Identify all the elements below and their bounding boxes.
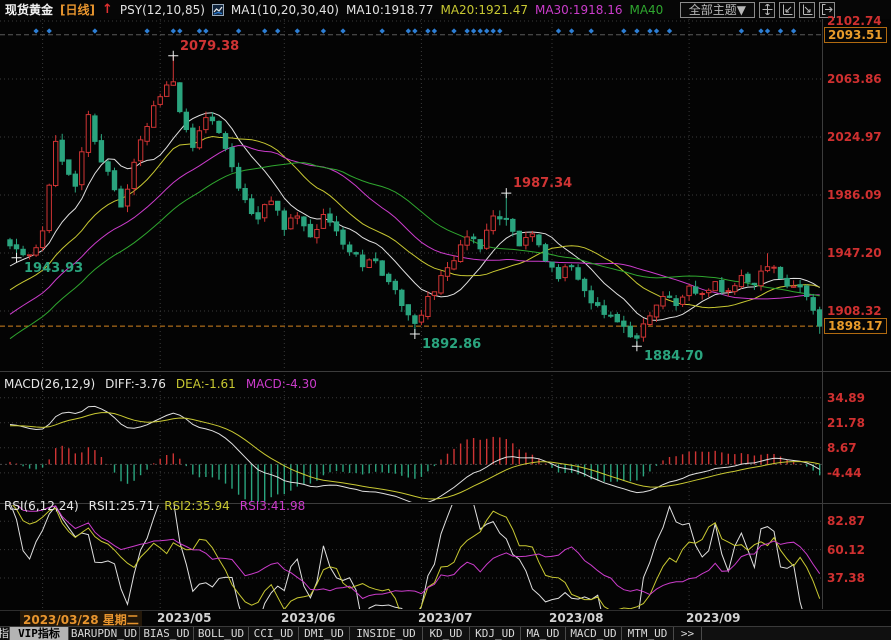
mini-chart-icon: [212, 4, 224, 16]
tab-MTM_UD[interactable]: MTM_UD: [622, 627, 674, 640]
tab-BARUPDN_UD[interactable]: BARUPDN_UD: [69, 627, 140, 640]
chart-plot[interactable]: [0, 19, 891, 613]
rsi-title: RSI(6,12,24): [4, 499, 79, 513]
tab-INSIDE_UD[interactable]: INSIDE_UD: [350, 627, 423, 640]
tab->>[interactable]: >>: [674, 627, 702, 640]
rsi1-value: RSI1:25.71: [89, 499, 155, 513]
crosshair-move-icon[interactable]: [759, 2, 775, 18]
tab-MACD_UD[interactable]: MACD_UD: [566, 627, 622, 640]
indicator-tab-bar: 指标VIP指标BARUPDN_UDBIAS_UDBOLL_UDCCI_UDDMI…: [0, 626, 891, 640]
tab-CCI_UD[interactable]: CCI_UD: [249, 627, 299, 640]
macd-diff-value: DIFF:-3.76: [105, 377, 166, 391]
scale-right-icon[interactable]: [799, 2, 815, 18]
macd-value: MACD:-4.30: [246, 377, 317, 391]
symbol-name: 现货黄金: [5, 1, 53, 18]
ma30-value: MA30:1918.16: [535, 3, 623, 17]
month-label: 2023/09: [686, 611, 740, 625]
tab-VIP指标[interactable]: VIP指标: [10, 627, 69, 640]
month-label: 2023/08: [549, 611, 603, 625]
ma40-value: MA40: [629, 3, 663, 17]
macd-label-row: MACD(26,12,9) DIFF:-3.76 DEA:-1.61 MACD:…: [4, 377, 317, 391]
theme-dropdown-button[interactable]: 全部主题▼: [680, 2, 755, 18]
month-label: 2023/07: [418, 611, 472, 625]
tab-BOLL_UD[interactable]: BOLL_UD: [194, 627, 249, 640]
macd-title: MACD(26,12,9): [4, 377, 95, 391]
tab-KD_UD[interactable]: KD_UD: [423, 627, 470, 640]
period-label: [日线]: [60, 1, 95, 18]
month-label: 2023/05: [157, 611, 211, 625]
rsi2-value: RSI2:35.94: [164, 499, 230, 513]
ma20-value: MA20:1921.47: [440, 3, 528, 17]
rsi3-value: RSI3:41.98: [240, 499, 306, 513]
pane-shift-icon[interactable]: [819, 2, 835, 18]
tab-DMI_UD[interactable]: DMI_UD: [299, 627, 350, 640]
tab-指标[interactable]: 指标: [0, 627, 10, 640]
tab-BIAS_UD[interactable]: BIAS_UD: [140, 627, 194, 640]
chart-header: 现货黄金 [日线] ↑ PSY(12,10,85) MA1(10,20,30,4…: [0, 0, 891, 19]
month-label: 2023/06: [281, 611, 335, 625]
scale-left-icon[interactable]: [779, 2, 795, 18]
trading-app-window: 现货黄金 [日线] ↑ PSY(12,10,85) MA1(10,20,30,4…: [0, 0, 891, 640]
tab-KDJ_UD[interactable]: KDJ_UD: [470, 627, 521, 640]
tab-MA_UD[interactable]: MA_UD: [521, 627, 566, 640]
psy-indicator-label: PSY(12,10,85): [120, 3, 205, 17]
ma-group-label: MA1(10,20,30,40): [231, 3, 339, 17]
header-controls: 全部主题▼: [680, 2, 891, 18]
macd-dea-value: DEA:-1.61: [176, 377, 236, 391]
up-arrow-icon: ↑: [102, 3, 113, 16]
ma10-value: MA10:1918.77: [346, 3, 434, 17]
rsi-label-row: RSI(6,12,24) RSI1:25.71 RSI2:35.94 RSI3:…: [4, 499, 305, 513]
